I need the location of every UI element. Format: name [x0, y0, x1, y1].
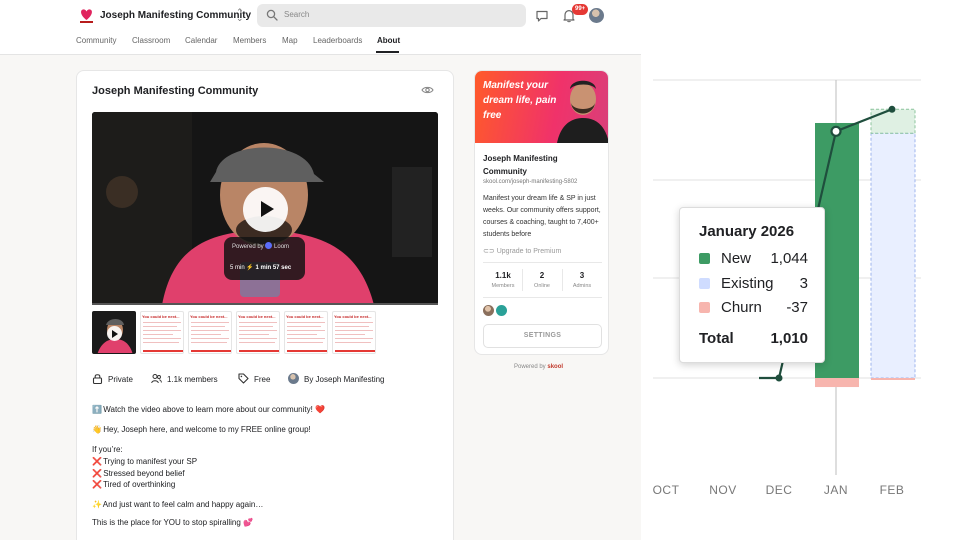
user-avatar[interactable]	[589, 8, 604, 23]
top-bar: Joseph Manifesting Community ⌃ ⌄ Search 9…	[0, 0, 641, 55]
tab-map[interactable]: Map	[282, 36, 298, 45]
settings-button[interactable]: SETTINGS	[483, 324, 602, 348]
x-tick-label: JAN	[824, 483, 848, 497]
legend-swatch	[699, 278, 710, 289]
bar-churn-feb	[871, 378, 915, 380]
tab-classroom[interactable]: Classroom	[132, 36, 170, 45]
about-title: Joseph Manifesting Community	[92, 85, 259, 97]
total-point	[888, 105, 896, 113]
description-line: This is the place for YOU to stop spiral…	[92, 518, 253, 527]
divider	[483, 262, 602, 263]
stat-online[interactable]: 2 Online	[522, 271, 562, 289]
community-side-card: Manifest your dream life, pain free Jose…	[474, 70, 609, 355]
link-icon: ⊂⊃	[483, 248, 495, 255]
price-tag-icon	[238, 373, 249, 384]
legend-swatch	[699, 253, 710, 264]
tooltip-row-new: New 1,044	[699, 250, 811, 267]
total-point-active	[830, 125, 842, 137]
description-line: If you’re:	[92, 445, 123, 454]
divider	[483, 297, 602, 298]
thumbnail-video[interactable]	[92, 311, 136, 354]
community-url[interactable]: skool.com/joseph-manifesting-5802	[483, 179, 577, 185]
x-tick-label: DEC	[766, 483, 793, 497]
tab-community[interactable]: Community	[76, 36, 116, 45]
total-point	[775, 374, 783, 382]
thumbnail-image-5[interactable]: You could be next...	[332, 311, 376, 354]
description-line: 👋 Hey, Joseph here, and welcome to my FR…	[92, 425, 311, 434]
chart-tooltip: January 2026 New 1,044 Existing 3 Churn …	[679, 207, 825, 363]
video-play-button[interactable]	[243, 187, 288, 232]
legend-swatch	[699, 302, 710, 313]
banner-text: Manifest your dream life, pain free	[483, 80, 557, 121]
bar-new-feb	[870, 108, 916, 134]
description-line: ❌ Tired of overthinking	[92, 480, 176, 489]
community-logo-icon[interactable]	[77, 6, 96, 26]
screen: Joseph Manifesting Community ⌃ ⌄ Search 9…	[0, 0, 960, 540]
loom-logo-icon	[265, 242, 273, 249]
thumbnail-image-3[interactable]: You could be next...	[236, 311, 280, 354]
online-member-avatar[interactable]	[483, 305, 494, 316]
x-tick-label: NOV	[709, 483, 737, 497]
tab-about[interactable]: About	[377, 36, 400, 45]
side-card-title: Joseph Manifesting Community	[483, 154, 558, 176]
search-bar[interactable]: Search	[257, 4, 526, 27]
bar-existing-feb	[870, 132, 916, 379]
tooltip-row-existing: Existing 3	[699, 275, 811, 292]
search-placeholder: Search	[284, 10, 310, 19]
community-switcher-icon[interactable]: ⌃ ⌄	[236, 8, 244, 23]
side-card-description: Manifest your dream life & SP in just we…	[483, 195, 601, 238]
description-line: ✨ And just want to feel calm and happy a…	[92, 500, 264, 509]
notifications-count-badge: 99+	[572, 4, 589, 15]
skool-app: Joseph Manifesting Community ⌃ ⌄ Search 9…	[0, 0, 641, 540]
community-banner[interactable]: Manifest your dream life, pain free	[475, 71, 608, 143]
thumbnail-image-4[interactable]: You could be next...	[284, 311, 328, 354]
video-duration: 5 min ⚡ 1 min 57 sec	[230, 265, 292, 271]
active-tab-indicator	[376, 51, 399, 53]
tab-members[interactable]: Members	[233, 36, 266, 45]
search-icon	[266, 9, 278, 21]
tab-leaderboards[interactable]: Leaderboards	[313, 36, 362, 45]
description-line: ❌ Stressed beyond belief	[92, 469, 185, 478]
tooltip-row-churn: Churn -37	[699, 299, 811, 316]
tooltip-title: January 2026	[699, 223, 795, 240]
thumbnail-play-icon	[107, 326, 122, 341]
chat-icon[interactable]	[535, 9, 549, 23]
stat-admins[interactable]: 3 Admins	[562, 271, 602, 289]
eye-icon[interactable]	[421, 85, 434, 95]
x-tick-label: FEB	[880, 483, 905, 497]
lock-icon	[92, 374, 103, 384]
description-line: ⬆️ Watch the video above to learn more a…	[92, 405, 326, 414]
tooltip-total: Total 1,010	[699, 330, 808, 347]
powered-by-skool[interactable]: Powered by skool	[514, 364, 563, 370]
tab-calendar[interactable]: Calendar	[185, 36, 217, 45]
x-tick-label: OCT	[653, 483, 680, 497]
thumbnail-image-2[interactable]: You could be next...	[188, 311, 232, 354]
members-icon	[151, 374, 162, 384]
banner-person	[557, 80, 608, 143]
description-line: ❌ Trying to manifest your SP	[92, 457, 198, 466]
bar-churn-jan	[815, 378, 859, 388]
stat-members[interactable]: 1.1k Members	[483, 271, 523, 289]
video-progress-bar[interactable]	[92, 303, 438, 305]
community-name[interactable]: Joseph Manifesting Community	[100, 10, 251, 21]
thumbnail-image-1[interactable]: You could be next...	[140, 311, 184, 354]
upgrade-link[interactable]: ⊂⊃ Upgrade to Premium	[483, 247, 561, 255]
owner-avatar	[288, 373, 299, 384]
powered-by-label: Powered by Loom	[232, 242, 290, 250]
online-member-avatar[interactable]	[496, 305, 507, 316]
loom-overlay: Powered by Loom 5 min ⚡ 1 min 57 sec	[224, 237, 305, 280]
